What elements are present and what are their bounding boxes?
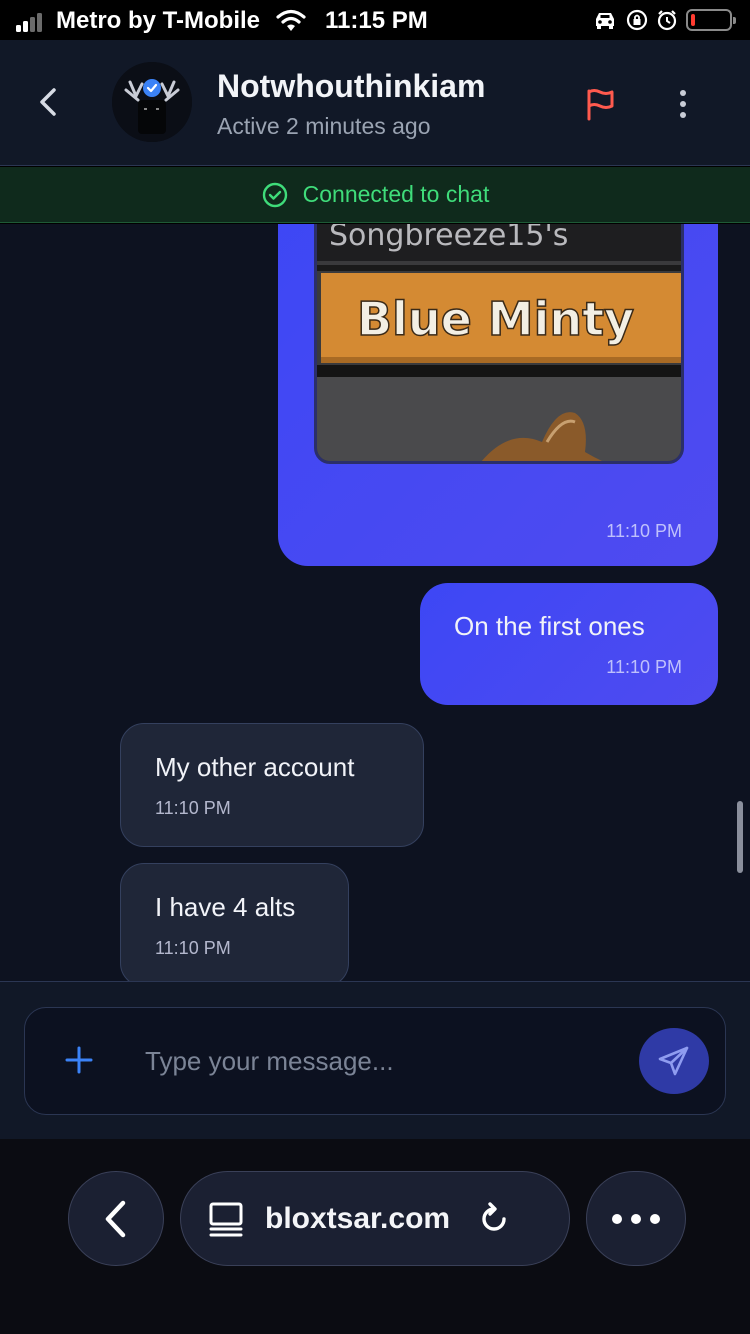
verified-icon <box>143 79 161 97</box>
message-time: 11:10 PM <box>155 938 231 958</box>
browser-toolbar: bloxtsar.com <box>0 1139 750 1334</box>
message-time: 11:10 PM <box>155 798 231 818</box>
wifi-icon <box>276 9 306 31</box>
rotation-lock-icon <box>626 9 648 31</box>
composer-box <box>24 1007 726 1115</box>
avatar-image <box>112 62 192 142</box>
more-horizontal-icon[interactable] <box>586 1171 686 1266</box>
tab-icon <box>209 1202 243 1236</box>
message-input[interactable] <box>145 1036 605 1086</box>
composer <box>0 981 750 1139</box>
url-text: bloxtsar.com <box>265 1201 451 1235</box>
message-text: On the first ones <box>454 611 645 641</box>
more-vertical-icon[interactable] <box>668 86 698 122</box>
reload-icon[interactable] <box>476 1201 512 1237</box>
alarm-icon <box>657 10 677 31</box>
chat-header: Notwhouthinkiam Active 2 minutes ago <box>0 40 750 166</box>
shared-image[interactable]: Songbreeze15's Blue Minty <box>314 224 684 464</box>
back-button[interactable] <box>30 82 66 122</box>
car-icon <box>596 13 614 29</box>
scrollbar-thumb[interactable] <box>737 801 743 873</box>
flag-icon[interactable] <box>582 86 618 122</box>
status-icons <box>592 8 736 32</box>
contact-name[interactable]: Notwhouthinkiam <box>217 68 485 105</box>
check-circle-icon <box>262 182 287 207</box>
message-bubble-incoming[interactable]: I have 4 alts 11:10 PM <box>120 863 349 981</box>
carrier-name: Metro by T-Mobile <box>56 7 260 34</box>
message-text: My other account <box>155 752 355 782</box>
avatar[interactable] <box>112 62 192 142</box>
message-bubble-incoming[interactable]: My other account 11:10 PM <box>120 723 424 847</box>
browser-back-icon <box>105 1200 126 1237</box>
contact-status: Active 2 minutes ago <box>217 113 431 139</box>
browser-back-button[interactable] <box>68 1171 164 1266</box>
image-text-line1: Songbreeze15's <box>329 224 568 253</box>
status-bar: Metro by T-Mobile 11:15 PM <box>0 0 750 40</box>
send-icon <box>658 1046 689 1076</box>
plus-icon[interactable] <box>63 1044 95 1076</box>
message-image-bubble[interactable]: Songbreeze15's Blue Minty 11:10 PM <box>278 224 718 566</box>
signal-icon <box>16 12 48 32</box>
battery-icon <box>686 9 736 31</box>
image-content: Songbreeze15's Blue Minty <box>317 224 681 461</box>
message-list[interactable]: Songbreeze15's Blue Minty 11:10 PM On th… <box>0 224 750 981</box>
image-text-line2: Blue Minty <box>357 292 634 346</box>
message-time: 11:10 PM <box>606 521 682 541</box>
send-button[interactable] <box>639 1028 709 1094</box>
message-time: 11:10 PM <box>606 657 682 677</box>
message-text: I have 4 alts <box>155 892 296 922</box>
message-bubble-outgoing[interactable]: On the first ones 11:10 PM <box>420 583 718 705</box>
banner-text: Connected to chat <box>302 181 490 207</box>
connection-banner: Connected to chat <box>0 167 750 223</box>
clock: 11:15 PM <box>325 7 428 34</box>
address-bar[interactable]: bloxtsar.com <box>180 1171 570 1266</box>
